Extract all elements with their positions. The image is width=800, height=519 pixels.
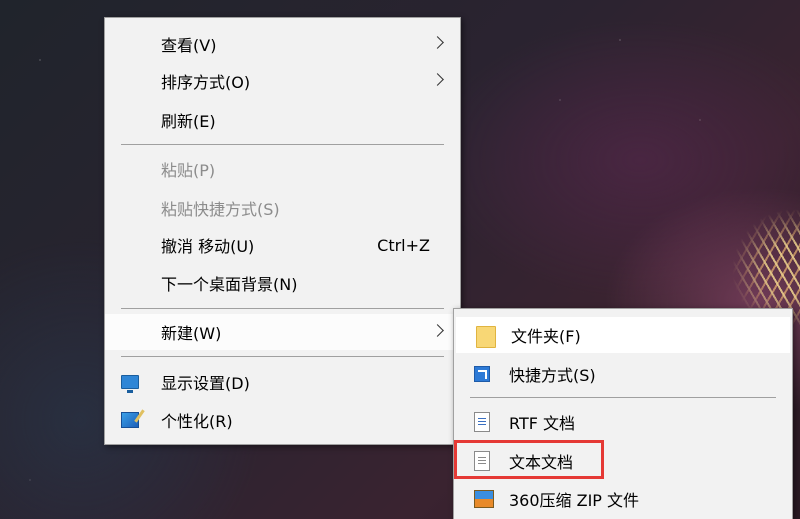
menu-item-next-desktop-background[interactable]: 下一个桌面背景(N)	[105, 265, 460, 301]
menu-item-label: 下一个桌面背景(N)	[161, 275, 298, 294]
menu-item-label: 新建(W)	[161, 324, 222, 343]
menu-item-label: 粘贴(P)	[161, 161, 216, 180]
menu-item-paste-shortcut: 粘贴快捷方式(S)	[105, 190, 460, 226]
annotation-highlight-box	[454, 440, 604, 479]
chevron-right-icon	[431, 36, 444, 49]
new-submenu: 文件夹(F) 快捷方式(S) RTF 文档 文本文档 360压缩 ZIP 文件	[453, 308, 793, 519]
submenu-item-label: 360压缩 ZIP 文件	[509, 491, 640, 510]
menu-item-personalize[interactable]: 个性化(R)	[105, 402, 460, 438]
shortcut-icon	[474, 366, 490, 382]
menu-item-display-settings[interactable]: 显示设置(D)	[105, 364, 460, 400]
menu-item-view[interactable]: 查看(V)	[105, 26, 460, 62]
submenu-separator	[470, 397, 776, 398]
menu-separator	[121, 356, 444, 357]
desktop-context-menu: 查看(V) 排序方式(O) 刷新(E) 粘贴(P) 粘贴快捷方式(S) 撤消 移…	[104, 17, 461, 445]
submenu-item-label: 快捷方式(S)	[509, 366, 596, 385]
menu-item-label: 刷新(E)	[161, 112, 216, 131]
menu-separator	[121, 144, 444, 145]
zip-archive-icon	[474, 490, 494, 508]
menu-item-label: 个性化(R)	[161, 412, 233, 431]
personalize-icon	[121, 412, 139, 428]
display-icon	[121, 375, 139, 393]
submenu-item-360-zip[interactable]: 360压缩 ZIP 文件	[454, 481, 792, 517]
menu-item-label: 排序方式(O)	[161, 73, 251, 92]
menu-item-label: 粘贴快捷方式(S)	[161, 200, 280, 219]
menu-item-refresh[interactable]: 刷新(E)	[105, 102, 460, 138]
menu-separator	[121, 308, 444, 309]
submenu-item-rtf-document[interactable]: RTF 文档	[454, 404, 792, 440]
chevron-right-icon	[431, 324, 444, 337]
menu-item-sort-by[interactable]: 排序方式(O)	[105, 63, 460, 99]
menu-item-label: 撤消 移动(U)	[161, 237, 255, 256]
submenu-item-folder[interactable]: 文件夹(F)	[456, 317, 790, 353]
folder-icon	[476, 326, 496, 348]
rtf-document-icon	[474, 412, 490, 432]
submenu-item-shortcut[interactable]: 快捷方式(S)	[454, 356, 792, 392]
submenu-item-label: RTF 文档	[509, 414, 576, 433]
menu-item-label: 查看(V)	[161, 36, 217, 55]
menu-item-label: 显示设置(D)	[161, 374, 250, 393]
menu-item-new[interactable]: 新建(W)	[105, 314, 460, 350]
chevron-right-icon	[431, 73, 444, 86]
menu-item-shortcut: Ctrl+Z	[377, 235, 430, 255]
menu-item-undo-move[interactable]: 撤消 移动(U) Ctrl+Z	[105, 227, 460, 263]
submenu-item-label: 文件夹(F)	[511, 327, 581, 346]
menu-item-paste: 粘贴(P)	[105, 151, 460, 187]
